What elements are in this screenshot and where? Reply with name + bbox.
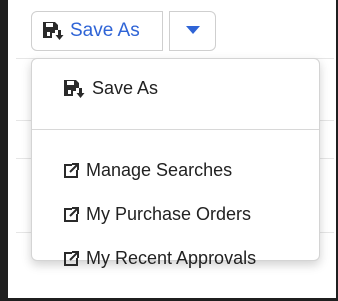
external-link-icon [63, 162, 79, 179]
menu-divider [32, 129, 319, 130]
save-as-label: Save As [70, 20, 140, 41]
menu-item-manage-searches[interactable]: Manage Searches [63, 160, 232, 181]
caret-down-icon [185, 22, 201, 40]
save-as-dropdown-menu: Save As Manage Searches My Purchase Orde… [31, 58, 320, 268]
menu-item-label: My Purchase Orders [86, 204, 252, 224]
save-as-icon [63, 79, 85, 99]
menu-item-my-recent-approvals[interactable]: My Recent Approvals [63, 248, 256, 269]
menu-item-label: My Recent Approvals [86, 248, 257, 268]
save-as-button-group: Save As [31, 11, 216, 51]
menu-item-label: Manage Searches [86, 160, 233, 180]
save-as-icon [42, 21, 64, 41]
save-as-dropdown-toggle[interactable] [169, 11, 216, 51]
external-link-icon [63, 250, 79, 267]
external-link-icon [63, 206, 79, 223]
save-as-button[interactable]: Save As [31, 11, 163, 51]
menu-item-label: Save As [92, 78, 159, 98]
menu-item-my-purchase-orders[interactable]: My Purchase Orders [63, 204, 251, 225]
menu-item-save-as[interactable]: Save As [63, 78, 158, 99]
